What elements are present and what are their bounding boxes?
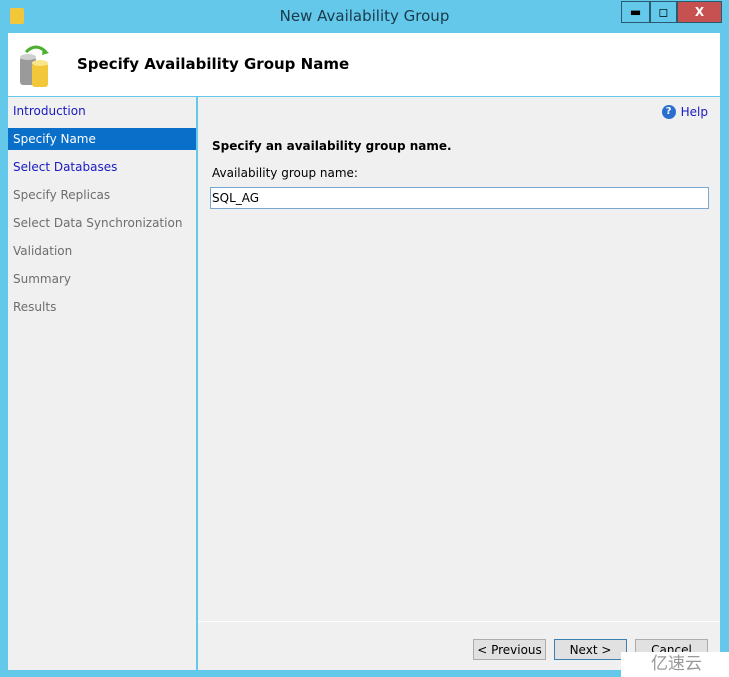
divider [198,621,720,622]
nav-item-results: Results [13,300,57,314]
nav-item-select-data-synchronization: Select Data Synchronization [13,216,183,230]
wizard-nav: Introduction Specify Name Select Databases… [8,97,196,670]
group-name-input[interactable] [210,187,709,209]
nav-item-specify-name[interactable]: Specify Name [8,128,196,150]
nav-item-select-databases[interactable]: Select Databases [8,153,196,181]
previous-button[interactable]: < Previous [473,639,546,660]
help-label: Help [680,105,708,119]
nav-item-introduction[interactable]: Introduction [8,97,196,125]
main-panel: ? Help Specify an availability group nam… [198,97,720,670]
watermark: 亿速云 [621,652,729,677]
wizard-header: Specify Availability Group Name [8,33,720,96]
maximize-button[interactable]: ◻ [650,1,677,23]
help-icon: ? [661,105,676,119]
page-title: Specify Availability Group Name [77,55,350,73]
next-button[interactable]: Next > [554,639,627,660]
minimize-button[interactable]: ▬ [621,1,650,23]
prompt-text: Specify an availability group name. [212,139,452,153]
close-button[interactable]: X [677,1,722,23]
nav-item-specify-replicas: Specify Replicas [13,188,111,202]
database-icon [20,45,49,87]
window-title: New Availability Group [279,7,450,25]
title-bar[interactable]: New Availability Group ▬ ◻ X [0,0,729,33]
group-name-label: Availability group name: [212,166,358,180]
nav-item-validation: Validation [13,244,73,258]
help-link[interactable]: ? Help [661,105,708,119]
nav-item-summary: Summary [13,272,71,286]
